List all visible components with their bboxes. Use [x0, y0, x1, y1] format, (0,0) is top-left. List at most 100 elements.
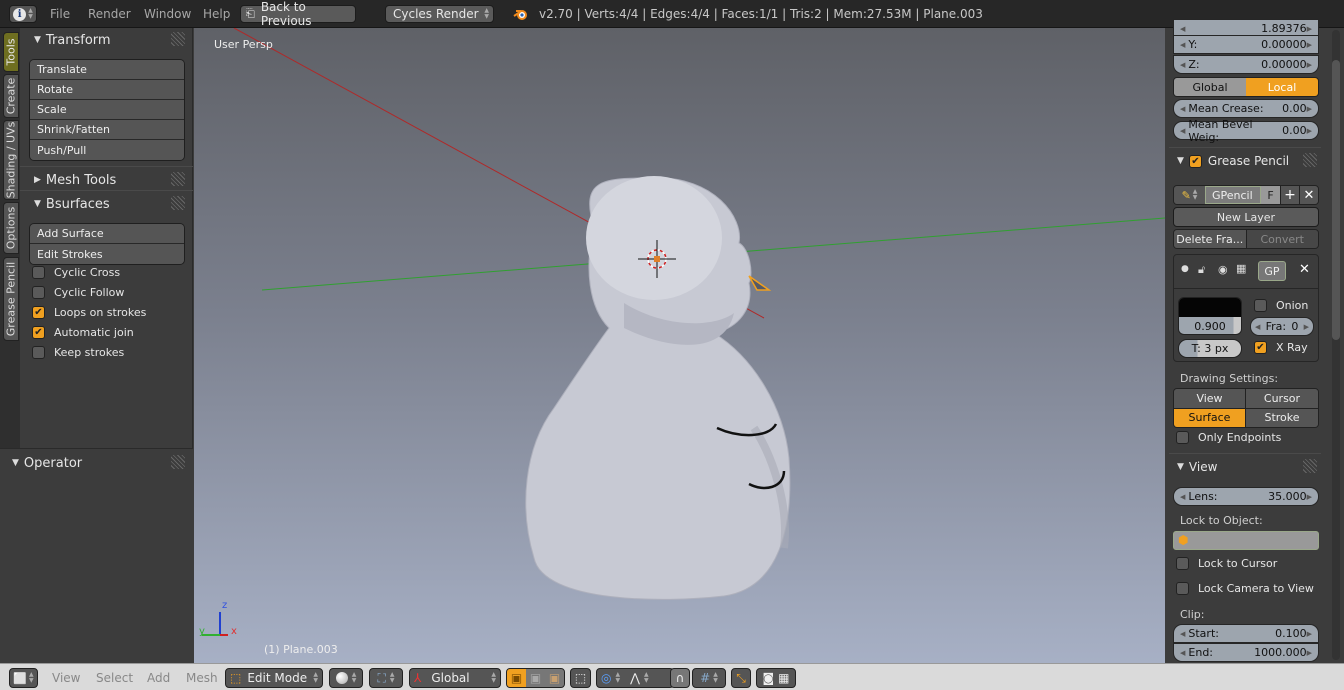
pivot-select[interactable]: ⛶ ▲ ▼: [369, 668, 403, 688]
y-field[interactable]: ◀ Y: 0.00000 ▶: [1173, 35, 1319, 54]
clapper-icon[interactable]: ▦: [1236, 262, 1246, 275]
keep-strokes-checkbox[interactable]: Keep strokes: [32, 346, 124, 359]
drag-grip-icon[interactable]: [1303, 459, 1317, 473]
mesh-tools-panel-header[interactable]: ▶ Mesh Tools: [20, 169, 193, 191]
mean-bevel-weight-field[interactable]: ◀ Mean Bevel Weig: 0.00 ▶: [1173, 118, 1319, 144]
transform-panel-header[interactable]: ▼ Transform: [20, 29, 193, 51]
active-layer-icon[interactable]: ●: [1181, 264, 1189, 274]
menu-mesh[interactable]: Mesh: [186, 671, 218, 685]
delete-frame-button[interactable]: Delete Fra...: [1174, 230, 1247, 248]
draw-view-option[interactable]: View: [1174, 389, 1246, 409]
color-opacity-field[interactable]: 0.900: [1178, 297, 1242, 335]
opacity-slider[interactable]: 0.900: [1179, 317, 1241, 334]
render-engine-select[interactable]: Cycles Render ▲ ▼: [385, 5, 494, 23]
menu-select[interactable]: Select: [96, 671, 133, 685]
proportional-edit-icon[interactable]: ◎: [601, 671, 611, 685]
menu-view[interactable]: View: [52, 671, 80, 685]
tab-options[interactable]: Options: [3, 202, 19, 254]
tab-create[interactable]: Create: [3, 74, 19, 118]
bsurfaces-panel-header[interactable]: ▼ Bsurfaces: [20, 193, 193, 215]
edge-select-icon[interactable]: ▣: [526, 669, 545, 687]
cyclic-cross-checkbox[interactable]: Cyclic Cross: [32, 266, 120, 279]
global-option[interactable]: Global: [1174, 78, 1246, 96]
frames-field[interactable]: ◀ Fra: 0 ▶: [1250, 317, 1314, 336]
local-option[interactable]: Local: [1246, 78, 1318, 96]
manipulator-icon[interactable]: ⅄: [414, 671, 421, 685]
draw-stroke-option[interactable]: Stroke: [1246, 408, 1318, 427]
limit-selection-button[interactable]: ⬚: [570, 668, 591, 688]
edit-strokes-button[interactable]: Edit Strokes: [30, 244, 184, 264]
onion-checkbox[interactable]: Onion: [1254, 299, 1308, 312]
thickness-slider[interactable]: T: 3 px: [1178, 339, 1242, 358]
falloff-icon[interactable]: ⋀: [630, 671, 640, 685]
z-field[interactable]: ◀ Z: 0.00000 ▶: [1173, 55, 1319, 74]
shading-select[interactable]: ▲ ▼: [329, 668, 363, 688]
drag-grip-icon[interactable]: [171, 196, 185, 210]
scrollbar[interactable]: [1332, 30, 1340, 660]
push-pull-button[interactable]: Push/Pull: [30, 140, 184, 160]
remove-layer-icon[interactable]: ✕: [1299, 262, 1310, 277]
add-icon[interactable]: +: [1280, 186, 1299, 204]
tab-tools[interactable]: Tools: [3, 32, 19, 72]
lens-field[interactable]: ◀ Lens: 35.000 ▶: [1173, 487, 1319, 506]
view-panel-header[interactable]: ▼ View: [1165, 456, 1325, 478]
tab-shading-uvs[interactable]: Shading / UVs: [3, 120, 19, 200]
draw-surface-option[interactable]: Surface: [1174, 408, 1246, 427]
clapper-icon[interactable]: ▦: [778, 671, 789, 685]
transform-orientation-select[interactable]: ⅄ Global ▲ ▼: [409, 668, 501, 688]
gpencil-browse-button[interactable]: ✎ ▲ ▼: [1174, 186, 1205, 204]
xray-checkbox[interactable]: ✔ X Ray: [1254, 341, 1308, 354]
snap-element-select[interactable]: # ▲ ▼: [692, 668, 726, 688]
menu-help[interactable]: Help: [203, 7, 230, 21]
operator-panel-header[interactable]: ▼ Operator: [0, 452, 193, 474]
stroke-color-swatch[interactable]: [1179, 298, 1241, 317]
eye-icon[interactable]: ◉: [1218, 263, 1228, 276]
lock-camera-to-view-checkbox[interactable]: Lock Camera to View: [1176, 582, 1314, 595]
3d-viewport[interactable]: z y x User Persp (1) Plane.003: [194, 28, 1165, 663]
clip-end-field[interactable]: ◀ End: 1000.000 ▶: [1173, 643, 1319, 662]
scale-button[interactable]: Scale: [30, 100, 184, 120]
drag-grip-icon[interactable]: [171, 172, 185, 186]
translate-button[interactable]: Translate: [30, 60, 184, 80]
tab-grease-pencil[interactable]: Grease Pencil: [3, 257, 19, 341]
drag-grip-icon[interactable]: [1303, 153, 1317, 167]
cyclic-follow-checkbox[interactable]: Cyclic Follow: [32, 286, 124, 299]
layer-name-field[interactable]: GP: [1258, 261, 1286, 281]
loops-on-strokes-checkbox[interactable]: ✔ Loops on strokes: [32, 306, 146, 319]
selected-plane[interactable]: [748, 275, 772, 291]
scrollbar-thumb[interactable]: [1332, 60, 1340, 340]
drag-grip-icon[interactable]: [171, 455, 185, 469]
draw-cursor-option[interactable]: Cursor: [1246, 389, 1318, 409]
grease-pencil-enable-checkbox[interactable]: ✔: [1188, 154, 1208, 168]
only-endpoints-checkbox[interactable]: Only Endpoints: [1176, 431, 1281, 444]
snap-toggle[interactable]: ∩: [670, 668, 690, 688]
mean-crease-field[interactable]: ◀ Mean Crease: 0.00 ▶: [1173, 99, 1319, 118]
editor-type-button[interactable]: ⬜ ▲ ▼: [9, 668, 38, 688]
drag-grip-icon[interactable]: [171, 32, 185, 46]
editor-type-button[interactable]: i ▲ ▼: [9, 5, 37, 23]
add-surface-button[interactable]: Add Surface: [30, 224, 184, 244]
lock-to-cursor-checkbox[interactable]: Lock to Cursor: [1176, 557, 1277, 570]
shrink-fatten-button[interactable]: Shrink/Fatten: [30, 120, 184, 140]
rotate-button[interactable]: Rotate: [30, 80, 184, 100]
close-icon[interactable]: ✕: [1299, 186, 1318, 204]
snap-target-button[interactable]: ⤡: [731, 668, 751, 688]
face-select-icon[interactable]: ▣: [545, 669, 564, 687]
menu-file[interactable]: File: [50, 7, 70, 21]
camera-icon[interactable]: ◙: [763, 671, 775, 685]
lock-object-field[interactable]: ⬢: [1173, 531, 1319, 550]
automatic-join-checkbox[interactable]: ✔ Automatic join: [32, 326, 134, 339]
back-to-previous-button[interactable]: ⎗ Back to Previous: [240, 0, 356, 28]
grease-pencil-panel-header[interactable]: ▼ ✔ Grease Pencil: [1165, 150, 1325, 172]
mode-select[interactable]: ⬚ Edit Mode ▲ ▼: [225, 668, 323, 688]
new-layer-button[interactable]: New Layer: [1173, 207, 1319, 227]
convert-button[interactable]: Convert: [1246, 230, 1318, 248]
fake-user-button[interactable]: F: [1261, 186, 1280, 204]
unlock-icon[interactable]: 🔓︎: [1198, 263, 1205, 277]
clip-start-field[interactable]: ◀ Start: 0.100 ▶: [1173, 624, 1319, 643]
menu-add[interactable]: Add: [147, 671, 170, 685]
menu-render[interactable]: Render: [88, 7, 131, 21]
vertex-select-icon[interactable]: ▣: [507, 669, 526, 687]
menu-window[interactable]: Window: [144, 7, 191, 21]
gpencil-name-field[interactable]: GPencil: [1205, 186, 1261, 204]
